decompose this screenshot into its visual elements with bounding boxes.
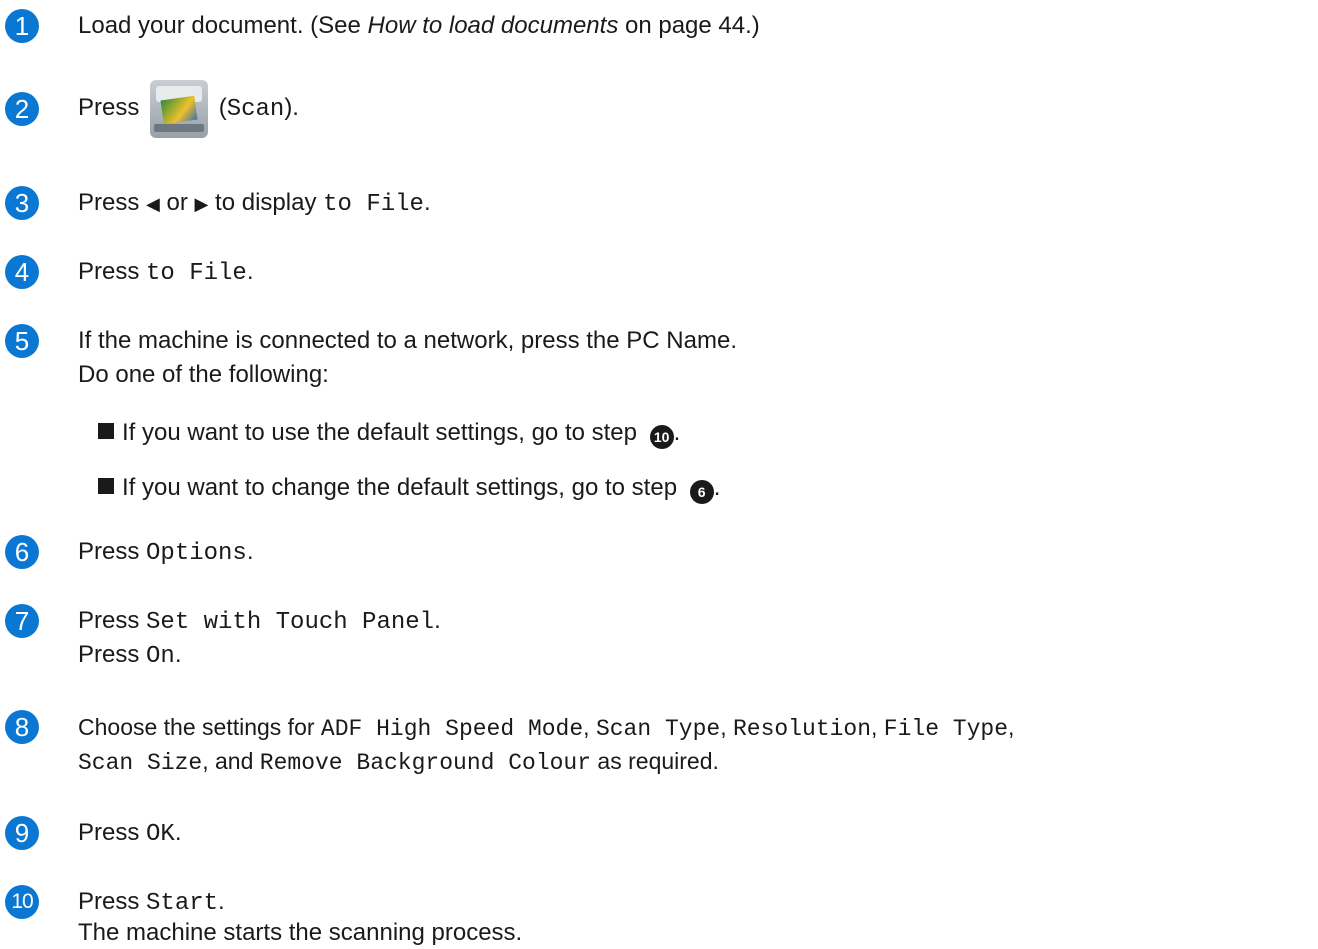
step-text-line2: Press On. — [78, 641, 182, 670]
step-number-badge: 5 — [5, 324, 39, 358]
step-text-line2: Do one of the following: — [78, 361, 329, 388]
step-text: Load your document. (See How to load doc… — [78, 12, 760, 39]
step-text: Choose the settings for ADF High Speed M… — [78, 714, 1015, 742]
step-text: Press to File. — [78, 258, 254, 287]
step-number-badge: 1 — [5, 9, 39, 43]
step-number-badge: 9 — [5, 816, 39, 850]
step-text: Press Set with Touch Panel. — [78, 607, 441, 636]
step-number-badge: 8 — [5, 710, 39, 744]
step-text: Press OK. — [78, 819, 182, 848]
link-how-to-load[interactable]: How to load documents — [368, 12, 619, 39]
step-text-line2: Scan Size, and Remove Background Colour … — [78, 748, 719, 776]
step-ref-badge[interactable]: 6 — [689, 480, 714, 504]
step-number-badge: 6 — [5, 535, 39, 569]
step-text: If the machine is connected to a network… — [78, 327, 737, 354]
list-item: If you want to use the default settings,… — [98, 418, 680, 449]
step-number-badge: 2 — [5, 92, 39, 126]
step-number-badge: 7 — [5, 604, 39, 638]
left-arrow-icon: ◀ — [146, 194, 160, 214]
bullet-icon — [98, 423, 114, 439]
step-text-line2: The machine starts the scanning process. — [78, 919, 523, 946]
list-item: If you want to change the default settin… — [98, 473, 720, 504]
right-arrow-icon: ▶ — [194, 194, 209, 214]
bullet-icon — [98, 478, 114, 494]
step-text: Press Options. — [78, 538, 254, 567]
step-text: Press (Scan). — [78, 79, 299, 139]
step-text: Press ◀ or ▶ to display to File. — [78, 189, 431, 218]
step-number-badge: 4 — [5, 255, 39, 289]
scan-button-label: Scan — [226, 96, 285, 123]
step-number-badge: 3 — [5, 186, 39, 220]
step-number-badge: 10 — [5, 885, 39, 919]
step-ref-badge[interactable]: 10 — [649, 425, 674, 449]
step-text: Press Start. — [78, 888, 225, 917]
scan-icon[interactable] — [150, 79, 209, 138]
